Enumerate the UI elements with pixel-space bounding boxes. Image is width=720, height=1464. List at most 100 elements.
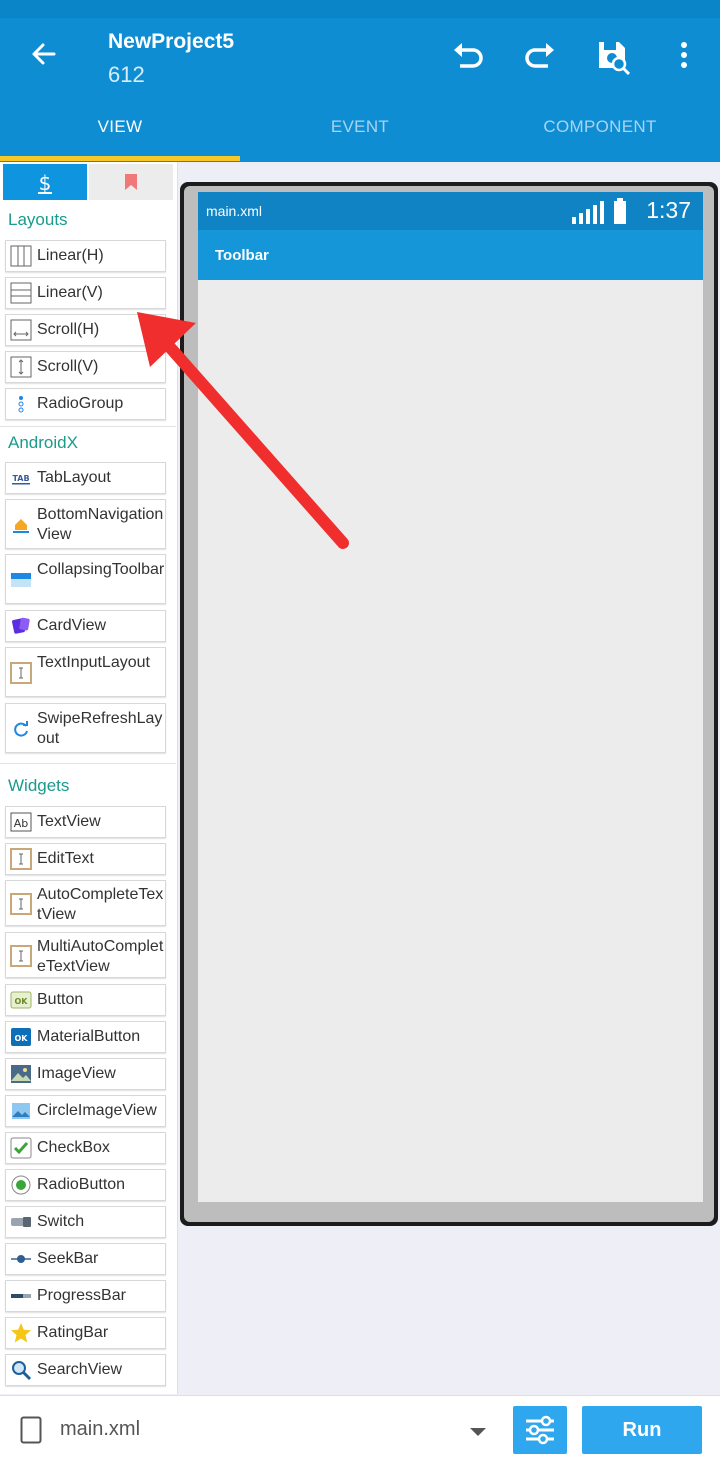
palette-item-swiperefreshlayout[interactable]: SwipeRefreshLayout	[5, 703, 166, 753]
palette-item-label: TextInputLayout	[37, 654, 150, 671]
redo-icon[interactable]	[520, 36, 560, 76]
preview-toolbar[interactable]: Toolbar	[198, 230, 703, 280]
palette-item-label: CollapsingToolbar	[37, 561, 165, 578]
palette-item-radiogroup[interactable]: RadioGroup	[5, 388, 166, 420]
back-arrow-icon[interactable]	[24, 34, 64, 74]
tab-view[interactable]: VIEW	[0, 112, 240, 162]
divider	[0, 763, 176, 764]
palette-item-edittext[interactable]: EditText	[5, 843, 166, 875]
seek-bar-icon	[11, 1255, 31, 1263]
bookmark-icon	[125, 174, 137, 190]
palette-item-linear-h[interactable]: Linear(H)	[5, 240, 166, 272]
bottom-navigation-icon	[13, 519, 29, 533]
palette-item-label: RadioGroup	[37, 395, 124, 412]
layout-file-selector[interactable]: main.xml	[60, 1418, 140, 1441]
auto-complete-text-icon	[10, 893, 32, 915]
palette-item-button[interactable]: OK Button	[5, 984, 166, 1016]
tab-indicator	[0, 156, 240, 161]
svg-text:OK: OK	[15, 1034, 29, 1043]
preview-status-bar: main.xml 1:37	[198, 192, 703, 230]
palette-item-label: RatingBar	[37, 1324, 109, 1341]
bottom-bar: main.xml Run	[0, 1395, 720, 1464]
palette-item-switch[interactable]: Switch	[5, 1206, 166, 1238]
search-icon	[12, 1361, 32, 1381]
refresh-icon	[14, 721, 28, 737]
divider	[0, 426, 176, 427]
signal-icon	[572, 198, 626, 224]
project-id: 612	[108, 62, 145, 87]
image-view-icon	[11, 1065, 31, 1083]
design-canvas[interactable]: main.xml 1:37 Toolbar	[198, 192, 703, 1202]
palette-item-label: MaterialButton	[37, 1028, 141, 1045]
palette-item-seekbar[interactable]: SeekBar	[5, 1243, 166, 1275]
palette-item-label: AutoCompleteTextView	[37, 886, 164, 923]
palette-item-bottomnavigationview[interactable]: BottomNavigationView	[5, 499, 166, 549]
scroll-vertical-icon	[10, 356, 32, 378]
preview-clock: 1:37	[646, 197, 691, 223]
palette-item-label: ProgressBar	[37, 1287, 126, 1304]
svg-text:$: $	[39, 171, 52, 195]
palette-item-label: Linear(V)	[37, 284, 103, 301]
palette-item-label: SwipeRefreshLayout	[37, 710, 163, 747]
section-widgets: Widgets	[8, 776, 70, 795]
linear-vertical-icon	[10, 282, 32, 304]
palette-item-textinputlayout[interactable]: TextInputLayout	[5, 647, 166, 697]
progress-bar-icon	[11, 1294, 31, 1298]
palette-item-label: SearchView	[37, 1361, 123, 1378]
palette-item-label: RadioButton	[37, 1176, 126, 1193]
palette-item-radiobutton[interactable]: RadioButton	[5, 1169, 166, 1201]
palette-tab-bookmarks[interactable]	[89, 164, 173, 200]
chevron-down-icon[interactable]	[468, 1426, 488, 1438]
palette-item-tablayout[interactable]: TAB TabLayout	[5, 462, 166, 494]
palette-item-progressbar[interactable]: ProgressBar	[5, 1280, 166, 1312]
text-input-layout-icon	[10, 662, 32, 684]
scroll-horizontal-icon	[10, 319, 32, 341]
palette-item-label: TextView	[37, 813, 101, 830]
palette-item-autocompletetextview[interactable]: AutoCompleteTextView	[5, 880, 166, 926]
palette-item-collapsingtoolbar[interactable]: CollapsingToolbar	[5, 554, 166, 604]
palette-item-label: Switch	[37, 1213, 85, 1230]
palette-item-label: CheckBox	[37, 1139, 110, 1156]
palette-item-scroll-h[interactable]: Scroll(H)	[5, 314, 166, 346]
palette-item-searchview[interactable]: SearchView	[5, 1354, 166, 1386]
palette-item-label: ImageView	[37, 1065, 116, 1082]
button-icon: OK	[10, 991, 32, 1009]
palette-item-materialbutton[interactable]: OK MaterialButton	[5, 1021, 166, 1053]
palette-item-label: MultiAutoCompleteTextView	[37, 938, 164, 975]
save-icon[interactable]	[593, 36, 633, 76]
more-options-icon[interactable]	[664, 36, 704, 76]
widget-palette[interactable]: $ Layouts Linear(H) Linear(V) Scroll(H) …	[0, 162, 178, 1394]
tab-event[interactable]: EVENT	[240, 112, 480, 162]
editor-tabs: VIEW EVENT COMPONENT	[0, 112, 720, 162]
palette-item-scroll-v[interactable]: Scroll(V)	[5, 351, 166, 383]
run-button[interactable]: Run	[582, 1406, 702, 1454]
svg-text:OK: OK	[15, 997, 29, 1006]
svg-text:Ab: Ab	[14, 817, 29, 830]
linear-horizontal-icon	[10, 245, 32, 267]
palette-item-ratingbar[interactable]: RatingBar	[5, 1317, 166, 1349]
palette-item-cardview[interactable]: CardView	[5, 610, 166, 642]
palette-item-label: BottomNavigationView	[37, 506, 164, 543]
radio-button-icon	[11, 1175, 31, 1195]
palette-tab-widgets[interactable]: $	[3, 164, 87, 200]
palette-item-label: Scroll(H)	[37, 321, 100, 338]
tab-component[interactable]: COMPONENT	[480, 112, 720, 162]
system-status-bar	[0, 0, 720, 18]
phone-layout-icon	[20, 1416, 42, 1444]
tab-layout-icon: TAB	[12, 474, 30, 485]
palette-item-checkbox[interactable]: CheckBox	[5, 1132, 166, 1164]
palette-item-textview[interactable]: Ab TextView	[5, 806, 166, 838]
palette-item-circleimageview[interactable]: CircleImageView	[5, 1095, 166, 1127]
undo-icon[interactable]	[448, 36, 488, 76]
palette-item-label: SeekBar	[37, 1250, 99, 1267]
material-button-icon: OK	[11, 1028, 31, 1046]
palette-item-linear-v[interactable]: Linear(V)	[5, 277, 166, 309]
text-view-icon: Ab	[10, 812, 32, 832]
palette-item-multiautocompletetextview[interactable]: MultiAutoCompleteTextView	[5, 932, 166, 978]
palette-item-imageview[interactable]: ImageView	[5, 1058, 166, 1090]
palette-item-label: CardView	[37, 617, 107, 634]
palette-item-label: Button	[37, 991, 84, 1008]
section-androidx: AndroidX	[8, 433, 78, 452]
settings-button[interactable]	[513, 1406, 567, 1454]
collapsing-toolbar-icon	[11, 573, 31, 587]
